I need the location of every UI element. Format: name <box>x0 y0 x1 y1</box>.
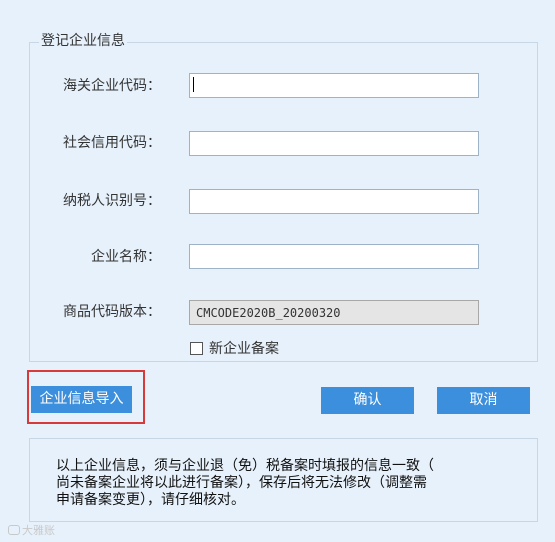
new-enterprise-label: 新企业备案 <box>209 341 279 357</box>
product-code-version-field <box>189 300 479 325</box>
confirm-button[interactable]: 确认 <box>321 387 414 414</box>
watermark: 大雅账 <box>8 522 55 538</box>
enterprise-name-input[interactable] <box>189 244 479 269</box>
product-code-version-label: 商品代码版本： <box>63 304 161 320</box>
notice-line: 以上企业信息，须与企业退（免）税备案时填报的信息一致（ <box>56 458 434 474</box>
customs-code-label: 海关企业代码： <box>63 78 161 94</box>
social-credit-code-label: 社会信用代码： <box>63 135 161 151</box>
social-credit-code-input[interactable] <box>189 131 479 156</box>
new-enterprise-option[interactable]: 新企业备案 <box>190 338 279 358</box>
new-enterprise-checkbox[interactable] <box>190 341 203 355</box>
notice-line: 尚未备案企业将以此进行备案），保存后将无法修改（调整需 <box>56 475 427 491</box>
enterprise-name-label: 企业名称： <box>91 249 161 265</box>
notice-line: 申请备案变更），请仔细核对。 <box>56 492 245 508</box>
cancel-button[interactable]: 取消 <box>437 387 530 414</box>
group-legend: 登记企业信息 <box>39 31 127 51</box>
notice-text: 以上企业信息，须与企业退（免）税备案时填报的信息一致（ 尚未备案企业将以此进行备… <box>56 458 506 509</box>
watermark-text: 大雅账 <box>22 524 55 537</box>
taxpayer-id-input[interactable] <box>189 189 479 214</box>
customs-code-input[interactable] <box>189 73 479 98</box>
text-caret <box>193 77 194 92</box>
taxpayer-id-label: 纳税人识别号： <box>63 193 161 209</box>
watermark-logo-icon <box>8 525 20 535</box>
import-enterprise-info-button[interactable]: 企业信息导入 <box>31 386 132 413</box>
